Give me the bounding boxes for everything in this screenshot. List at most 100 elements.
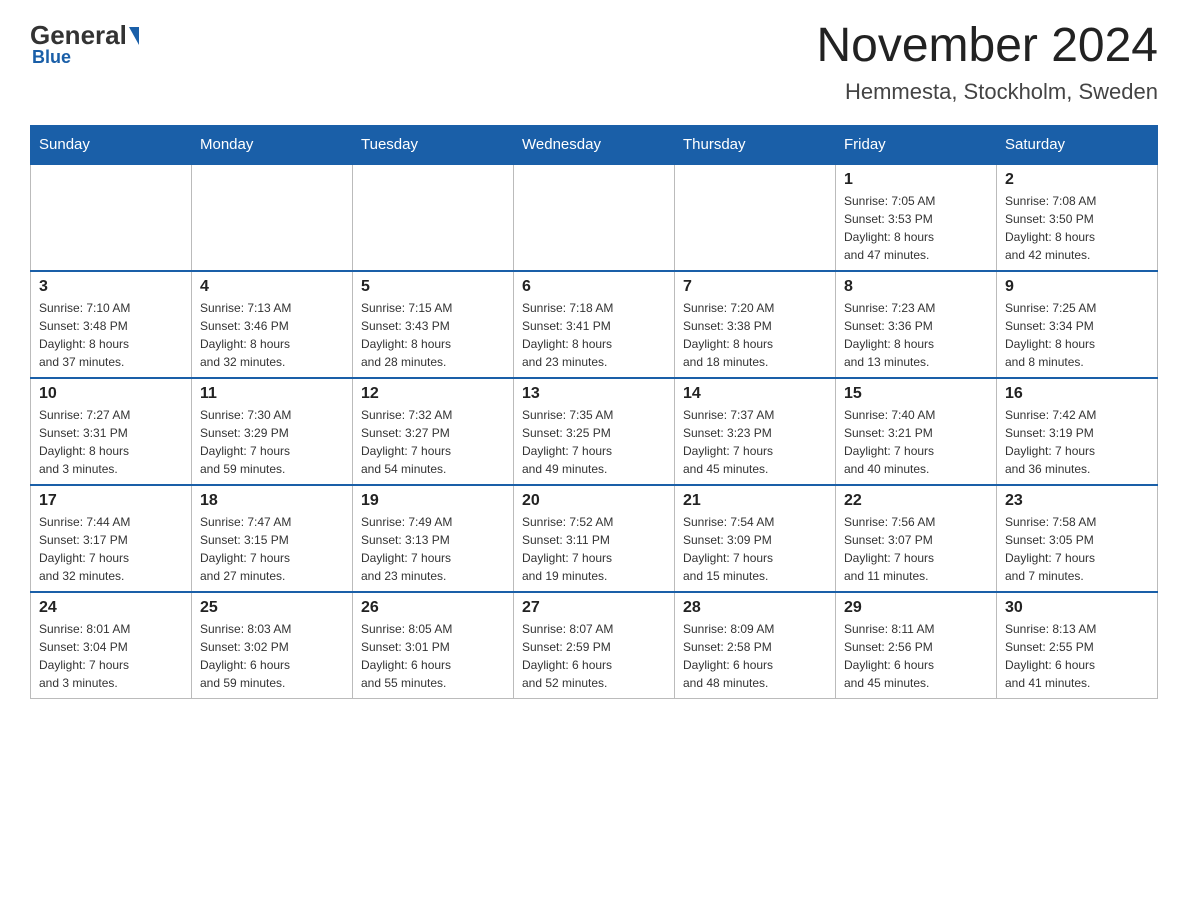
header-thursday: Thursday (675, 125, 836, 164)
day-info: Sunrise: 7:52 AM Sunset: 3:11 PM Dayligh… (522, 513, 666, 585)
day-info: Sunrise: 7:08 AM Sunset: 3:50 PM Dayligh… (1005, 192, 1149, 264)
day-info: Sunrise: 7:32 AM Sunset: 3:27 PM Dayligh… (361, 406, 505, 478)
day-number: 16 (1005, 385, 1149, 403)
day-cell: 24 Sunrise: 8:01 AM Sunset: 3:04 PM Dayli… (31, 592, 192, 699)
day-cell: 22 Sunrise: 7:56 AM Sunset: 3:07 PM Dayli… (836, 485, 997, 592)
logo: General Blue (30, 20, 141, 68)
day-info: Sunrise: 8:07 AM Sunset: 2:59 PM Dayligh… (522, 620, 666, 692)
day-info: Sunrise: 8:13 AM Sunset: 2:55 PM Dayligh… (1005, 620, 1149, 692)
calendar-header-row: SundayMondayTuesdayWednesdayThursdayFrid… (31, 125, 1158, 164)
day-cell: 18 Sunrise: 7:47 AM Sunset: 3:15 PM Dayli… (192, 485, 353, 592)
day-info: Sunrise: 7:40 AM Sunset: 3:21 PM Dayligh… (844, 406, 988, 478)
logo-triangle-icon (129, 27, 139, 45)
day-cell: 30 Sunrise: 8:13 AM Sunset: 2:55 PM Dayli… (997, 592, 1158, 699)
logo-blue-label: Blue (30, 47, 71, 68)
day-cell: 10Sunrise: 7:27 AM Sunset: 3:31 PM Dayli… (31, 378, 192, 485)
day-number: 7 (683, 278, 827, 296)
week-row-2: 3 Sunrise: 7:10 AM Sunset: 3:48 PM Daylig… (31, 271, 1158, 378)
day-info: Sunrise: 8:01 AM Sunset: 3:04 PM Dayligh… (39, 620, 183, 692)
header-tuesday: Tuesday (353, 125, 514, 164)
day-info: Sunrise: 7:27 AM Sunset: 3:31 PM Dayligh… (39, 406, 183, 478)
day-number: 19 (361, 492, 505, 510)
day-number: 27 (522, 599, 666, 617)
day-cell: 14 Sunrise: 7:37 AM Sunset: 3:23 PM Dayli… (675, 378, 836, 485)
main-title: November 2024 (816, 20, 1158, 73)
header-monday: Monday (192, 125, 353, 164)
day-cell (192, 164, 353, 271)
day-cell: 1 Sunrise: 7:05 AM Sunset: 3:53 PM Daylig… (836, 164, 997, 271)
day-number: 28 (683, 599, 827, 617)
calendar-table: SundayMondayTuesdayWednesdayThursdayFrid… (30, 125, 1158, 699)
day-cell: 11Sunrise: 7:30 AM Sunset: 3:29 PM Dayli… (192, 378, 353, 485)
day-cell: 13 Sunrise: 7:35 AM Sunset: 3:25 PM Dayli… (514, 378, 675, 485)
day-cell: 6Sunrise: 7:18 AM Sunset: 3:41 PM Daylig… (514, 271, 675, 378)
day-number: 9 (1005, 278, 1149, 296)
day-cell: 5 Sunrise: 7:15 AM Sunset: 3:43 PM Daylig… (353, 271, 514, 378)
day-info: Sunrise: 7:56 AM Sunset: 3:07 PM Dayligh… (844, 513, 988, 585)
day-number: 13 (522, 385, 666, 403)
day-cell: 17 Sunrise: 7:44 AM Sunset: 3:17 PM Dayli… (31, 485, 192, 592)
day-info: Sunrise: 7:23 AM Sunset: 3:36 PM Dayligh… (844, 299, 988, 371)
day-number: 17 (39, 492, 183, 510)
day-info: Sunrise: 7:47 AM Sunset: 3:15 PM Dayligh… (200, 513, 344, 585)
day-info: Sunrise: 7:44 AM Sunset: 3:17 PM Dayligh… (39, 513, 183, 585)
day-number: 5 (361, 278, 505, 296)
header-wednesday: Wednesday (514, 125, 675, 164)
day-info: Sunrise: 7:10 AM Sunset: 3:48 PM Dayligh… (39, 299, 183, 371)
day-info: Sunrise: 8:03 AM Sunset: 3:02 PM Dayligh… (200, 620, 344, 692)
day-number: 20 (522, 492, 666, 510)
header-sunday: Sunday (31, 125, 192, 164)
day-number: 11 (200, 385, 344, 403)
day-cell: 3 Sunrise: 7:10 AM Sunset: 3:48 PM Daylig… (31, 271, 192, 378)
day-number: 29 (844, 599, 988, 617)
day-info: Sunrise: 7:15 AM Sunset: 3:43 PM Dayligh… (361, 299, 505, 371)
day-number: 14 (683, 385, 827, 403)
day-cell: 20 Sunrise: 7:52 AM Sunset: 3:11 PM Dayli… (514, 485, 675, 592)
day-info: Sunrise: 8:09 AM Sunset: 2:58 PM Dayligh… (683, 620, 827, 692)
day-info: Sunrise: 7:20 AM Sunset: 3:38 PM Dayligh… (683, 299, 827, 371)
day-number: 3 (39, 278, 183, 296)
day-info: Sunrise: 7:58 AM Sunset: 3:05 PM Dayligh… (1005, 513, 1149, 585)
day-cell: 2 Sunrise: 7:08 AM Sunset: 3:50 PM Daylig… (997, 164, 1158, 271)
day-number: 4 (200, 278, 344, 296)
day-cell: 23 Sunrise: 7:58 AM Sunset: 3:05 PM Dayli… (997, 485, 1158, 592)
day-info: Sunrise: 7:05 AM Sunset: 3:53 PM Dayligh… (844, 192, 988, 264)
day-cell: 29 Sunrise: 8:11 AM Sunset: 2:56 PM Dayli… (836, 592, 997, 699)
day-cell (514, 164, 675, 271)
day-number: 8 (844, 278, 988, 296)
day-number: 23 (1005, 492, 1149, 510)
day-info: Sunrise: 7:18 AM Sunset: 3:41 PM Dayligh… (522, 299, 666, 371)
day-number: 18 (200, 492, 344, 510)
day-number: 22 (844, 492, 988, 510)
day-cell: 15Sunrise: 7:40 AM Sunset: 3:21 PM Dayli… (836, 378, 997, 485)
day-cell: 19 Sunrise: 7:49 AM Sunset: 3:13 PM Dayli… (353, 485, 514, 592)
day-info: Sunrise: 7:13 AM Sunset: 3:46 PM Dayligh… (200, 299, 344, 371)
header-saturday: Saturday (997, 125, 1158, 164)
day-info: Sunrise: 7:49 AM Sunset: 3:13 PM Dayligh… (361, 513, 505, 585)
day-cell (675, 164, 836, 271)
day-cell (31, 164, 192, 271)
day-number: 1 (844, 171, 988, 189)
day-number: 24 (39, 599, 183, 617)
day-info: Sunrise: 8:05 AM Sunset: 3:01 PM Dayligh… (361, 620, 505, 692)
day-number: 12 (361, 385, 505, 403)
day-info: Sunrise: 7:35 AM Sunset: 3:25 PM Dayligh… (522, 406, 666, 478)
day-info: Sunrise: 8:11 AM Sunset: 2:56 PM Dayligh… (844, 620, 988, 692)
day-cell: 26 Sunrise: 8:05 AM Sunset: 3:01 PM Dayli… (353, 592, 514, 699)
day-number: 21 (683, 492, 827, 510)
day-cell: 28 Sunrise: 8:09 AM Sunset: 2:58 PM Dayli… (675, 592, 836, 699)
day-cell: 7 Sunrise: 7:20 AM Sunset: 3:38 PM Daylig… (675, 271, 836, 378)
day-cell: 4 Sunrise: 7:13 AM Sunset: 3:46 PM Daylig… (192, 271, 353, 378)
week-row-3: 10Sunrise: 7:27 AM Sunset: 3:31 PM Dayli… (31, 378, 1158, 485)
day-number: 2 (1005, 171, 1149, 189)
day-cell: 8 Sunrise: 7:23 AM Sunset: 3:36 PM Daylig… (836, 271, 997, 378)
week-row-1: 1 Sunrise: 7:05 AM Sunset: 3:53 PM Daylig… (31, 164, 1158, 271)
day-cell: 12 Sunrise: 7:32 AM Sunset: 3:27 PM Dayli… (353, 378, 514, 485)
header-friday: Friday (836, 125, 997, 164)
day-info: Sunrise: 7:25 AM Sunset: 3:34 PM Dayligh… (1005, 299, 1149, 371)
day-info: Sunrise: 7:37 AM Sunset: 3:23 PM Dayligh… (683, 406, 827, 478)
day-cell: 16Sunrise: 7:42 AM Sunset: 3:19 PM Dayli… (997, 378, 1158, 485)
day-number: 30 (1005, 599, 1149, 617)
week-row-4: 17 Sunrise: 7:44 AM Sunset: 3:17 PM Dayli… (31, 485, 1158, 592)
day-number: 26 (361, 599, 505, 617)
